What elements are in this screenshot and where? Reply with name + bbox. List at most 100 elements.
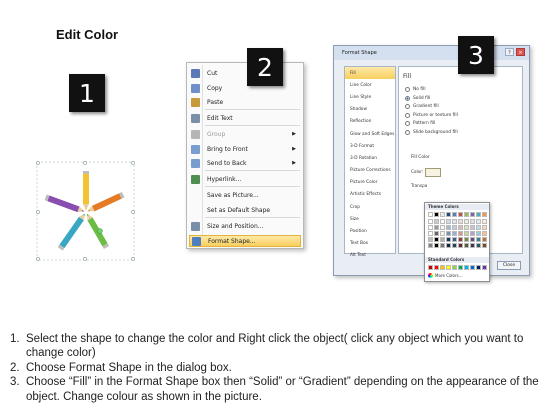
dialog-close-icon[interactable]: × <box>516 48 525 56</box>
resize-handle[interactable] <box>36 161 40 165</box>
color-swatch[interactable] <box>464 212 469 217</box>
color-swatch[interactable] <box>446 219 451 224</box>
sidebar-item-3-d-format[interactable]: 3-D Format <box>345 140 395 152</box>
color-swatch[interactable] <box>476 265 481 270</box>
color-swatch[interactable] <box>428 219 433 224</box>
color-swatch[interactable] <box>458 265 463 270</box>
color-swatch[interactable] <box>458 212 463 217</box>
menu-item-set-as-default-shape[interactable]: Set as Default Shape <box>189 204 301 216</box>
color-swatch[interactable] <box>428 265 433 270</box>
color-swatch[interactable] <box>476 212 481 217</box>
sidebar-item-text-box[interactable]: Text Box <box>345 238 395 250</box>
color-swatch[interactable] <box>458 219 463 224</box>
radio-button[interactable] <box>405 130 410 135</box>
fill-option-solid-fill[interactable]: Solid fill <box>405 95 430 101</box>
color-swatch[interactable] <box>470 243 475 248</box>
color-dropdown-button[interactable] <box>425 168 441 177</box>
sidebar-item-artistic-effects[interactable]: Artistic Effects <box>345 189 395 201</box>
color-swatch[interactable] <box>452 265 457 270</box>
menu-item-hyperlink[interactable]: Hyperlink... <box>189 173 301 185</box>
color-swatch[interactable] <box>434 265 439 270</box>
sidebar-item-picture-corrections[interactable]: Picture Corrections <box>345 165 395 177</box>
pencil-shape[interactable] <box>87 191 125 214</box>
sidebar-item-crop[interactable]: Crop <box>345 201 395 213</box>
color-swatch[interactable] <box>464 231 469 236</box>
sidebar-item-alt-text[interactable]: Alt Text <box>345 250 395 262</box>
color-swatch[interactable] <box>464 219 469 224</box>
color-swatch[interactable] <box>476 219 481 224</box>
color-swatch[interactable] <box>470 237 475 242</box>
menu-item-copy[interactable]: Copy <box>189 82 301 94</box>
color-swatch[interactable] <box>458 243 463 248</box>
sidebar-item-picture-color[interactable]: Picture Color <box>345 177 395 189</box>
sidebar-item-size[interactable]: Size <box>345 213 395 225</box>
resize-handle[interactable] <box>83 161 87 165</box>
menu-item-size-and-position[interactable]: Size and Position... <box>189 220 301 232</box>
color-swatch[interactable] <box>482 237 487 242</box>
sidebar-item-position[interactable]: Position <box>345 225 395 237</box>
color-swatch[interactable] <box>440 265 445 270</box>
color-swatch[interactable] <box>464 265 469 270</box>
rotation-handle[interactable] <box>97 228 103 234</box>
color-swatch[interactable] <box>434 219 439 224</box>
color-swatch[interactable] <box>440 212 445 217</box>
color-swatch[interactable] <box>482 219 487 224</box>
help-button[interactable]: ? <box>505 48 514 56</box>
pencil-shape[interactable] <box>83 171 89 210</box>
color-swatch[interactable] <box>440 219 445 224</box>
color-swatch[interactable] <box>446 265 451 270</box>
color-swatch[interactable] <box>440 237 445 242</box>
sidebar-item-reflection[interactable]: Reflection <box>345 116 395 128</box>
color-swatch[interactable] <box>434 237 439 242</box>
sidebar-item-glow-and-soft-edges[interactable]: Glow and Soft Edges <box>345 128 395 140</box>
pencil-shape[interactable] <box>84 212 110 250</box>
radio-button[interactable] <box>405 121 410 127</box>
color-swatch[interactable] <box>452 219 457 224</box>
color-swatch[interactable] <box>446 225 451 230</box>
color-swatch[interactable] <box>452 225 457 230</box>
resize-handle[interactable] <box>83 257 87 261</box>
color-swatch[interactable] <box>476 237 481 242</box>
fill-option-picture-or-texture-fill[interactable]: Picture or texture fill <box>405 112 458 118</box>
fill-option-slide-background-fill[interactable]: Slide background fill <box>405 130 458 135</box>
color-swatch[interactable] <box>452 231 457 236</box>
menu-item-cut[interactable]: Cut <box>189 67 301 79</box>
sidebar-item-3-d-rotation[interactable]: 3-D Rotation <box>345 152 395 164</box>
color-swatch[interactable] <box>446 231 451 236</box>
pencil-shape[interactable] <box>44 194 86 214</box>
radio-button[interactable] <box>405 87 410 92</box>
color-swatch[interactable] <box>476 225 481 230</box>
color-swatch[interactable] <box>434 225 439 230</box>
color-swatch[interactable] <box>440 231 445 236</box>
resize-handle[interactable] <box>36 210 40 214</box>
color-swatch[interactable] <box>440 225 445 230</box>
radio-button[interactable] <box>405 112 410 118</box>
color-swatch[interactable] <box>446 237 451 242</box>
color-swatch[interactable] <box>464 237 469 242</box>
sidebar-item-line-style[interactable]: Line Style <box>345 91 395 103</box>
menu-item-send-to-back[interactable]: Send to Back ▶ <box>189 157 301 169</box>
resize-handle[interactable] <box>131 257 135 261</box>
color-swatch[interactable] <box>464 225 469 230</box>
resize-handle[interactable] <box>131 210 135 214</box>
pencils-illustration[interactable] <box>36 160 136 264</box>
pencil-shape[interactable] <box>57 212 88 251</box>
menu-item-group[interactable]: Group ▶ <box>189 128 301 140</box>
color-swatch[interactable] <box>446 243 451 248</box>
color-swatch[interactable] <box>458 231 463 236</box>
radio-button[interactable] <box>405 95 410 101</box>
color-swatch[interactable] <box>470 225 475 230</box>
color-swatch[interactable] <box>464 243 469 248</box>
color-swatch[interactable] <box>428 243 433 248</box>
color-swatch[interactable] <box>470 219 475 224</box>
fill-option-gradient-fill[interactable]: Gradient fill <box>405 104 439 110</box>
color-swatch[interactable] <box>434 231 439 236</box>
color-swatch[interactable] <box>452 212 457 217</box>
color-swatch[interactable] <box>470 212 475 217</box>
sidebar-item-fill[interactable]: Fill <box>345 67 395 80</box>
menu-item-paste[interactable]: Paste <box>189 96 301 108</box>
more-colors-option[interactable]: More Colors... <box>428 273 463 278</box>
menu-item-bring-to-front[interactable]: Bring to Front ▶ <box>189 143 301 155</box>
color-swatch[interactable] <box>446 212 451 217</box>
menu-item-save-as-picture[interactable]: Save as Picture... <box>189 189 301 201</box>
